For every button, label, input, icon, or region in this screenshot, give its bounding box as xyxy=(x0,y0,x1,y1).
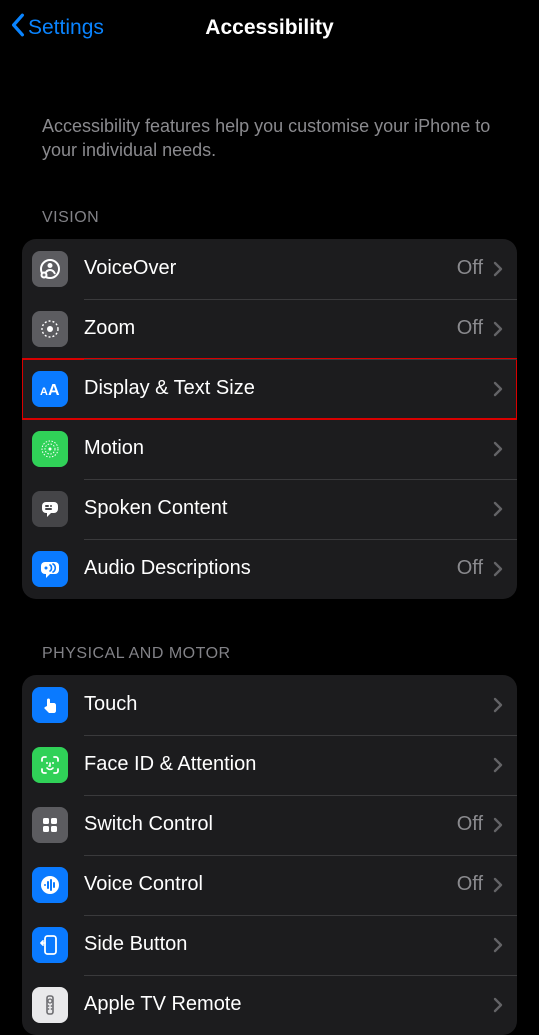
row-value: Off xyxy=(457,257,483,280)
switch-control-icon xyxy=(32,807,68,843)
row-side-button[interactable]: Side Button xyxy=(22,915,517,975)
row-appletv-remote[interactable]: Apple TV Remote xyxy=(22,975,517,1035)
row-spoken-content[interactable]: Spoken Content xyxy=(22,479,517,539)
section-header-physical: PHYSICAL AND MOTOR xyxy=(0,599,539,671)
row-audio-descriptions[interactable]: Audio Descriptions Off xyxy=(22,539,517,599)
chevron-right-icon xyxy=(493,997,503,1013)
chevron-right-icon xyxy=(493,501,503,517)
intro-text: Accessibility features help you customis… xyxy=(0,56,539,163)
chevron-right-icon xyxy=(493,381,503,397)
page-title: Accessibility xyxy=(205,16,333,40)
chevron-right-icon xyxy=(493,937,503,953)
chevron-right-icon xyxy=(493,817,503,833)
row-voice-control[interactable]: Voice Control Off xyxy=(22,855,517,915)
row-label: Voice Control xyxy=(84,873,457,896)
back-label: Settings xyxy=(28,16,104,40)
side-button-icon xyxy=(32,927,68,963)
row-value: Off xyxy=(457,557,483,580)
voiceover-icon xyxy=(32,251,68,287)
row-label: Audio Descriptions xyxy=(84,557,457,580)
appletv-remote-icon xyxy=(32,987,68,1023)
row-label: Zoom xyxy=(84,317,457,340)
section-header-vision: VISION xyxy=(0,163,539,235)
chevron-right-icon xyxy=(493,321,503,337)
text-size-icon: AA xyxy=(32,371,68,407)
chevron-right-icon xyxy=(493,261,503,277)
chevron-right-icon xyxy=(493,877,503,893)
group-physical: Touch Face ID & Attention Switch Control… xyxy=(22,675,517,1035)
row-zoom[interactable]: Zoom Off xyxy=(22,299,517,359)
voice-control-icon xyxy=(32,867,68,903)
row-label: Spoken Content xyxy=(84,497,493,520)
row-value: Off xyxy=(457,873,483,896)
audio-descriptions-icon xyxy=(32,551,68,587)
back-button[interactable]: Settings xyxy=(10,0,104,56)
faceid-icon xyxy=(32,747,68,783)
row-label: Apple TV Remote xyxy=(84,993,493,1016)
row-motion[interactable]: Motion xyxy=(22,419,517,479)
chevron-right-icon xyxy=(493,697,503,713)
touch-icon xyxy=(32,687,68,723)
row-touch[interactable]: Touch xyxy=(22,675,517,735)
row-label: VoiceOver xyxy=(84,257,457,280)
chevron-right-icon xyxy=(493,561,503,577)
row-label: Switch Control xyxy=(84,813,457,836)
row-label: Face ID & Attention xyxy=(84,753,493,776)
chevron-right-icon xyxy=(493,441,503,457)
row-label: Display & Text Size xyxy=(84,377,493,400)
group-vision: VoiceOver Off Zoom Off AA Display & Text… xyxy=(22,239,517,599)
row-value: Off xyxy=(457,317,483,340)
chevron-right-icon xyxy=(493,757,503,773)
zoom-icon xyxy=(32,311,68,347)
row-switch-control[interactable]: Switch Control Off xyxy=(22,795,517,855)
row-label: Side Button xyxy=(84,933,493,956)
navigation-bar: Settings Accessibility xyxy=(0,0,539,56)
row-label: Touch xyxy=(84,693,493,716)
motion-icon xyxy=(32,431,68,467)
row-value: Off xyxy=(457,813,483,836)
row-display-text-size[interactable]: AA Display & Text Size xyxy=(22,359,517,419)
svg-text:A: A xyxy=(40,386,48,398)
row-faceid[interactable]: Face ID & Attention xyxy=(22,735,517,795)
svg-text:A: A xyxy=(48,382,60,399)
row-voiceover[interactable]: VoiceOver Off xyxy=(22,239,517,299)
spoken-content-icon xyxy=(32,491,68,527)
row-label: Motion xyxy=(84,437,493,460)
chevron-left-icon xyxy=(10,13,28,43)
